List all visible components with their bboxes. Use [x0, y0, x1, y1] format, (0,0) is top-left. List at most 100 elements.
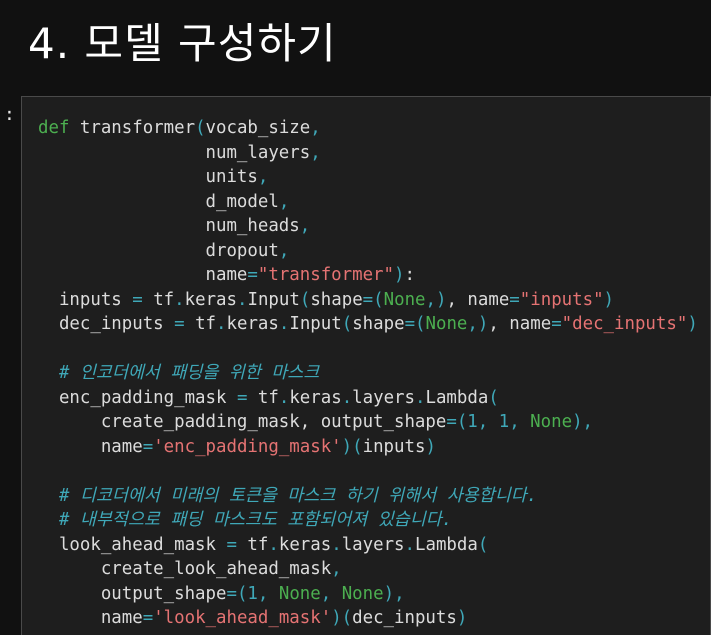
code-token: . [415, 387, 426, 408]
code-token: look_ahead_mask [38, 534, 227, 555]
code-token: , [310, 142, 321, 163]
code-token: def [38, 118, 70, 138]
code-token: num_layers [38, 142, 311, 163]
code-token: ), [572, 412, 594, 432]
code-token: d_model [38, 191, 279, 212]
code-token: num_heads [38, 216, 300, 236]
code-token: None [383, 289, 426, 310]
code-token: = [132, 289, 143, 310]
code-token: ) [456, 608, 468, 628]
code-line: dec_inputs = tf.keras.Input(shape=(None,… [38, 312, 698, 337]
code-token: . [216, 314, 227, 334]
code-token: None [331, 583, 384, 604]
code-token: enc_padding_mask [38, 387, 237, 408]
code-token: )( [331, 608, 353, 628]
code-line: num_layers, [38, 141, 698, 166]
code-line: ​ [38, 459, 698, 484]
code-token: "transformer" [257, 265, 395, 285]
code-token: inputs [362, 436, 426, 457]
code-token: output_shape [38, 583, 227, 604]
code-token: , [278, 240, 290, 261]
code-token: Input [247, 289, 300, 310]
code-line: enc_padding_mask = tf.keras.layers.Lambd… [38, 386, 698, 411]
code-token: keras [226, 314, 279, 334]
code-token: name [38, 436, 143, 457]
code-token: keras [278, 534, 332, 555]
code-token: ( [299, 289, 311, 310]
code-token: 1 [467, 412, 478, 432]
code-token: , [257, 583, 269, 604]
code-token: ( [477, 534, 489, 555]
code-token: 'enc_padding_mask' [153, 436, 342, 457]
code-line: create_look_ahead_mask, [38, 557, 698, 582]
cell-prompt: : [4, 104, 15, 125]
code-token: # 인코더에서 패딩을 위한 마스크 [38, 363, 320, 383]
code-token: = [509, 289, 520, 310]
code-token: = [551, 314, 562, 334]
code-token: , [299, 216, 311, 236]
code-token: ) [603, 289, 615, 310]
code-token: ,) [425, 289, 447, 310]
code-token: ), [383, 583, 405, 604]
code-token: keras [184, 289, 237, 310]
code-token: dropout [38, 240, 279, 261]
code-line: output_shape=(1, None, None), [38, 582, 698, 607]
code-token: None [268, 583, 321, 604]
code-line: # 내부적으로 패딩 마스크도 포함되어져 있습니다. [38, 508, 698, 533]
code-token: shape [352, 314, 405, 334]
code-token: dec_inputs [38, 314, 175, 334]
code-token: None [425, 314, 468, 334]
code-token: ) [687, 314, 698, 334]
code-line: num_heads, [38, 214, 698, 239]
code-token: . [278, 314, 290, 334]
code-token: , [278, 191, 290, 212]
code-token: =( [362, 289, 384, 310]
code-token: transformer [69, 118, 196, 138]
code-token: Lambda [415, 534, 478, 555]
code-token: . [268, 534, 279, 555]
code-token: None [519, 412, 573, 432]
code-token: = [174, 314, 185, 334]
code-line: d_model, [38, 190, 698, 215]
code-token: = [236, 387, 248, 408]
code-token: name [38, 265, 248, 285]
code-token: create_padding_mask, output_shape [38, 412, 447, 432]
notebook-page: 4. 모델 구성하기 : def transformer(vocab_size,… [0, 0, 711, 635]
code-token: tf [184, 314, 217, 334]
code-token: ,) [467, 314, 489, 334]
code-token: tf [236, 534, 269, 555]
code-line: look_ahead_mask = tf.keras.layers.Lambda… [38, 533, 698, 558]
code-line: name='enc_padding_mask')(inputs) [38, 435, 698, 460]
code-token: , [509, 412, 520, 432]
code-line: units, [38, 165, 698, 190]
code-line: dropout, [38, 239, 698, 264]
code-cell[interactable]: def transformer(vocab_size, num_layers, … [21, 96, 711, 635]
code-line: name="transformer"): [38, 263, 698, 288]
code-token: ) [425, 436, 436, 457]
code-token: = [142, 436, 154, 457]
code-token: . [331, 534, 342, 555]
code-token: . [341, 387, 353, 408]
code-token: tf [142, 289, 175, 310]
code-token: "inputs" [519, 289, 604, 310]
code-line: name='look_ahead_mask')(dec_inputs) [38, 606, 698, 631]
code-token: Lambda [425, 387, 489, 408]
code-token: , [310, 118, 321, 138]
code-token: tf [247, 387, 279, 408]
code-token: vocab_size [205, 118, 311, 138]
code-token: # 디코더에서 미래의 토큰을 마스크 하기 위해서 사용합니다. [38, 485, 538, 506]
code-token: shape [310, 289, 363, 310]
code-token: units [38, 167, 258, 187]
code-editor[interactable]: def transformer(vocab_size, num_layers, … [38, 116, 698, 631]
code-token: 'look_ahead_mask' [153, 608, 332, 628]
code-token: : [404, 265, 415, 285]
code-token: inputs [38, 289, 133, 310]
code-token: . [236, 289, 248, 310]
code-token: ( [195, 118, 206, 138]
code-token: , [477, 412, 489, 432]
code-token: ) [394, 265, 405, 285]
code-token: . [174, 289, 185, 310]
code-token: = [226, 534, 237, 555]
code-line: create_padding_mask, output_shape=(1, 1,… [38, 410, 698, 435]
code-line: inputs = tf.keras.Input(shape=(None,), n… [38, 288, 698, 313]
